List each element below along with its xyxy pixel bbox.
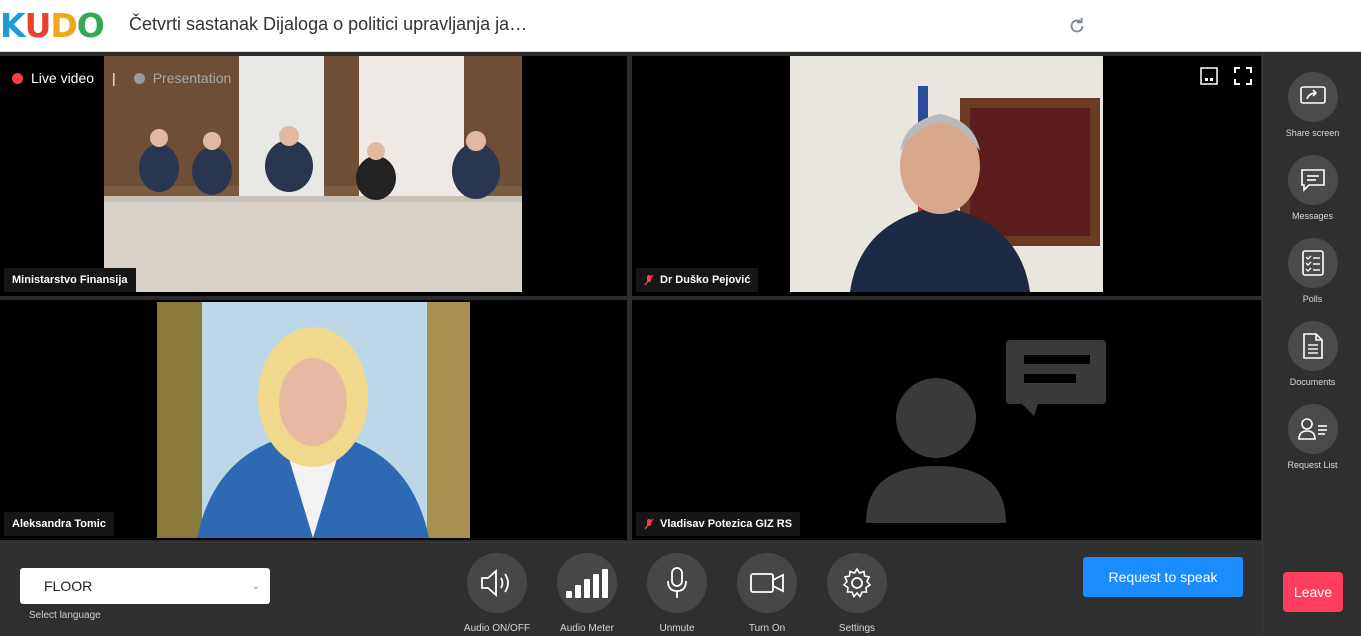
bottom-control-bar: FLOOR ⌄ Select language Audio ON/OFF Aud… — [0, 542, 1262, 636]
video-tile-pejovic[interactable]: Dr Duško Pejović — [632, 56, 1261, 296]
language-hint: Select language — [29, 610, 101, 621]
speaker-feed — [157, 302, 470, 538]
audio-toggle-button[interactable]: Audio ON/OFF — [452, 553, 542, 634]
meeting-title: Četvrti sastanak Dijaloga o politici upr… — [129, 14, 528, 34]
unmute-button[interactable]: Unmute — [632, 553, 722, 634]
participant-name: Aleksandra Tomic — [12, 518, 106, 530]
messages-label: Messages — [1291, 211, 1334, 221]
language-select[interactable]: FLOOR ⌄ — [20, 568, 270, 604]
request-list-label: Request List — [1287, 460, 1338, 470]
messages-icon — [1300, 169, 1325, 192]
live-video-option[interactable]: Live video — [12, 70, 94, 86]
documents-label: Documents — [1289, 377, 1336, 387]
mic-muted-icon — [644, 274, 654, 286]
share-screen-icon — [1299, 86, 1326, 104]
settings-circle — [827, 553, 887, 613]
audio-toggle-label: Audio ON/OFF — [463, 623, 531, 634]
refresh-icon[interactable] — [1066, 15, 1088, 37]
toggle-separator: | — [112, 70, 116, 86]
participant-name: Vladisav Potezica GIZ RS — [660, 518, 793, 530]
gear-icon — [842, 567, 872, 598]
presentation-dot-icon — [133, 72, 145, 84]
audio-toggle-circle — [467, 553, 527, 613]
participant-name: Ministarstvo Finansija — [12, 274, 128, 286]
audio-meter-button[interactable]: Audio Meter — [542, 553, 632, 634]
microphone-icon — [667, 567, 687, 598]
request-list-button[interactable]: Request List — [1263, 404, 1361, 470]
polls-button[interactable]: Polls — [1263, 238, 1361, 304]
audio-meter-circle — [557, 553, 617, 613]
video-tile-ministarstvo[interactable]: Live video | Presentation Ministarstvo F… — [0, 56, 627, 296]
camera-button[interactable]: Turn On — [722, 553, 812, 634]
participant-name-tag: Aleksandra Tomic — [4, 512, 114, 536]
participant-name: Dr Duško Pejović — [660, 274, 751, 286]
camera-icon — [750, 573, 784, 593]
right-sidebar: Share screen Messages Polls Documents Re… — [1262, 52, 1361, 636]
settings-button[interactable]: Settings — [812, 553, 902, 634]
request-list-icon — [1297, 418, 1327, 440]
settings-label: Settings — [838, 623, 876, 634]
conference-room-feed — [104, 56, 522, 292]
live-video-label: Live video — [31, 70, 95, 86]
documents-icon — [1302, 333, 1323, 359]
top-bar: KUDO Četvrti sastanak Dijaloga o politic… — [0, 0, 1361, 52]
documents-button[interactable]: Documents — [1263, 321, 1361, 387]
participant-name-tag: Ministarstvo Finansija — [4, 268, 136, 292]
presentation-label: Presentation — [152, 70, 232, 86]
audio-meter-label: Audio Meter — [560, 623, 614, 634]
messages-button[interactable]: Messages — [1263, 155, 1361, 221]
leave-button[interactable]: Leave — [1283, 572, 1343, 612]
presentation-option[interactable]: Presentation — [133, 70, 232, 86]
tile-tools — [1199, 66, 1253, 86]
view-toggle: Live video | Presentation — [12, 70, 231, 86]
speaker-icon — [481, 569, 509, 597]
camera-circle — [737, 553, 797, 613]
camera-label: Turn On — [748, 623, 786, 634]
layout-icon[interactable] — [1199, 66, 1219, 86]
unmute-circle — [647, 553, 707, 613]
documents-circle — [1287, 321, 1338, 371]
share-screen-button[interactable]: Share screen — [1263, 72, 1361, 138]
mic-muted-icon — [644, 518, 654, 530]
avatar-placeholder — [866, 340, 1106, 523]
chevron-down-icon: ⌄ — [251, 580, 260, 592]
video-tile-tomic[interactable]: Aleksandra Tomic — [0, 300, 627, 540]
polls-circle — [1287, 238, 1338, 288]
messages-circle — [1287, 155, 1338, 205]
participant-name-tag: Vladisav Potezica GIZ RS — [636, 512, 801, 536]
kudo-logo: KUDO — [0, 5, 105, 45]
request-to-speak-button[interactable]: Request to speak — [1083, 557, 1243, 597]
request-list-circle — [1287, 404, 1338, 454]
language-value: FLOOR — [44, 578, 93, 594]
live-dot-icon — [12, 72, 23, 84]
speaker-feed — [790, 56, 1103, 292]
polls-icon — [1301, 250, 1324, 276]
share-screen-label: Share screen — [1285, 128, 1340, 138]
audio-meter-icon — [566, 569, 608, 598]
share-screen-circle — [1287, 72, 1338, 122]
fullscreen-icon[interactable] — [1233, 66, 1253, 86]
participant-name-tag: Dr Duško Pejović — [636, 268, 759, 292]
polls-label: Polls — [1302, 294, 1323, 304]
video-tile-potezica[interactable]: Vladisav Potezica GIZ RS — [632, 300, 1261, 540]
video-stage: Live video | Presentation Ministarstvo F… — [0, 52, 1262, 542]
unmute-label: Unmute — [659, 623, 695, 634]
